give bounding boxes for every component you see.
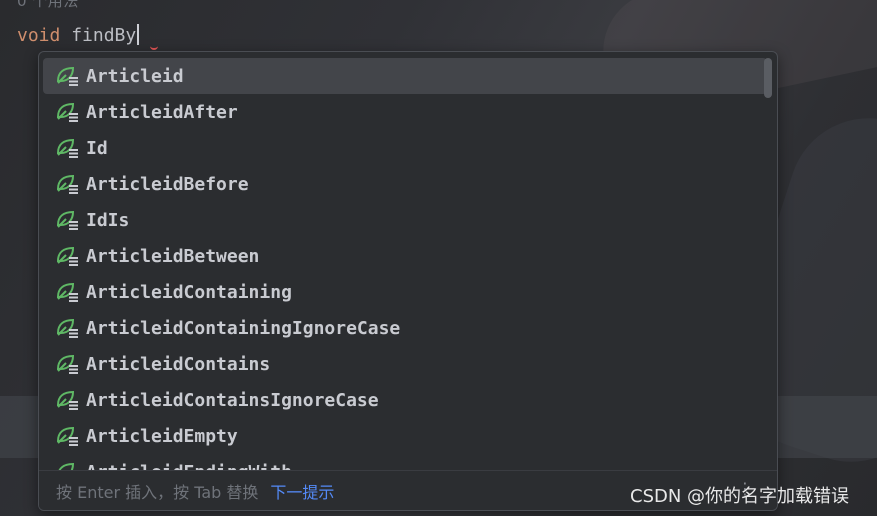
completion-item[interactable]: Articleid bbox=[43, 58, 767, 94]
watermark: CSDN @你的名字加载错误 bbox=[630, 486, 850, 507]
completion-list[interactable]: Articleid ArticleidAfter Id ArticleidBefore… bbox=[39, 52, 777, 470]
completion-item-label: ArticleidContaining bbox=[86, 281, 292, 303]
code-keyword: void bbox=[17, 25, 61, 46]
completion-item-label: ArticleidEndingWith bbox=[86, 462, 292, 471]
text-caret bbox=[137, 24, 140, 45]
completion-item[interactable]: ArticleidContaining bbox=[43, 274, 767, 310]
completion-item[interactable]: ArticleidAfter bbox=[43, 94, 767, 130]
completion-item-label: ArticleidContains bbox=[86, 353, 271, 375]
completion-item-label: Articleid bbox=[86, 65, 184, 87]
method-spring-data-icon bbox=[55, 101, 81, 123]
completion-item[interactable]: IdIs bbox=[43, 202, 767, 238]
completion-item-label: ArticleidBetween bbox=[86, 245, 260, 267]
code-line[interactable]: void findBy bbox=[17, 24, 140, 46]
method-spring-data-icon bbox=[55, 425, 81, 447]
method-spring-data-icon bbox=[55, 281, 81, 303]
completion-item-label: IdIs bbox=[86, 209, 130, 231]
method-spring-data-icon bbox=[55, 317, 81, 339]
completion-item-label: Id bbox=[86, 137, 108, 159]
completion-item[interactable]: ArticleidContainsIgnoreCase bbox=[43, 382, 767, 418]
completion-item[interactable]: ArticleidBefore bbox=[43, 166, 767, 202]
completion-item[interactable]: Id bbox=[43, 130, 767, 166]
footer-hint: 按 Enter 插入，按 Tab 替换 bbox=[56, 483, 259, 502]
completion-item-label: ArticleidContainingIgnoreCase bbox=[86, 317, 401, 339]
completion-item-label: ArticleidEmpty bbox=[86, 425, 238, 447]
completion-item-label: ArticleidAfter bbox=[86, 101, 238, 123]
method-spring-data-icon bbox=[55, 137, 81, 159]
completion-item[interactable]: ArticleidContains bbox=[43, 346, 767, 382]
method-spring-data-icon bbox=[55, 353, 81, 375]
completion-item[interactable]: ArticleidEmpty bbox=[43, 418, 767, 454]
completion-item-label: ArticleidContainsIgnoreCase bbox=[86, 389, 379, 411]
method-spring-data-icon bbox=[55, 65, 81, 87]
completion-item[interactable]: ArticleidContainingIgnoreCase bbox=[43, 310, 767, 346]
code-identifier: findBy bbox=[60, 25, 137, 46]
method-spring-data-icon bbox=[55, 173, 81, 195]
method-spring-data-icon bbox=[55, 245, 81, 267]
method-spring-data-icon bbox=[55, 209, 81, 231]
method-spring-data-icon bbox=[55, 389, 81, 411]
completion-popup[interactable]: Articleid ArticleidAfter Id ArticleidBefore… bbox=[38, 51, 778, 511]
next-tip-link[interactable]: 下一提示 bbox=[270, 479, 334, 503]
completion-item-label: ArticleidBefore bbox=[86, 173, 249, 195]
scrollbar-thumb[interactable] bbox=[764, 58, 772, 98]
usage-hint: 0 个用法 bbox=[17, 0, 79, 10]
completion-item[interactable]: ArticleidBetween bbox=[43, 238, 767, 274]
completion-item[interactable]: ArticleidEndingWith bbox=[43, 454, 767, 470]
method-spring-data-icon bbox=[55, 461, 81, 470]
